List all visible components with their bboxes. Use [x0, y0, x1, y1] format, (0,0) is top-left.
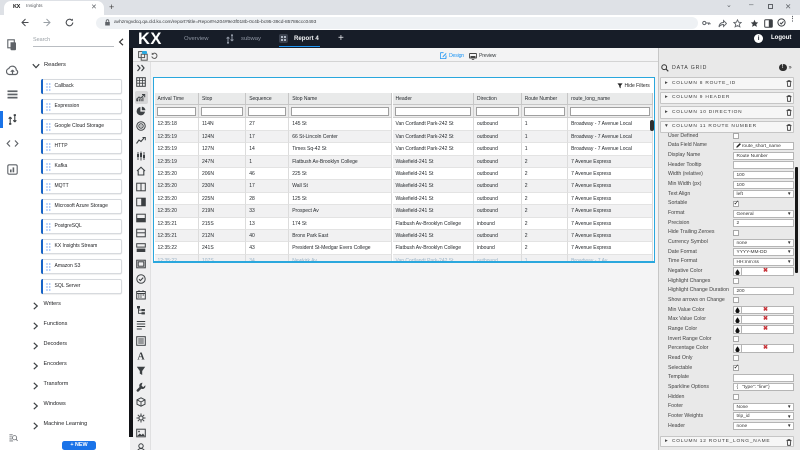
- svg-text:A: A: [137, 352, 145, 361]
